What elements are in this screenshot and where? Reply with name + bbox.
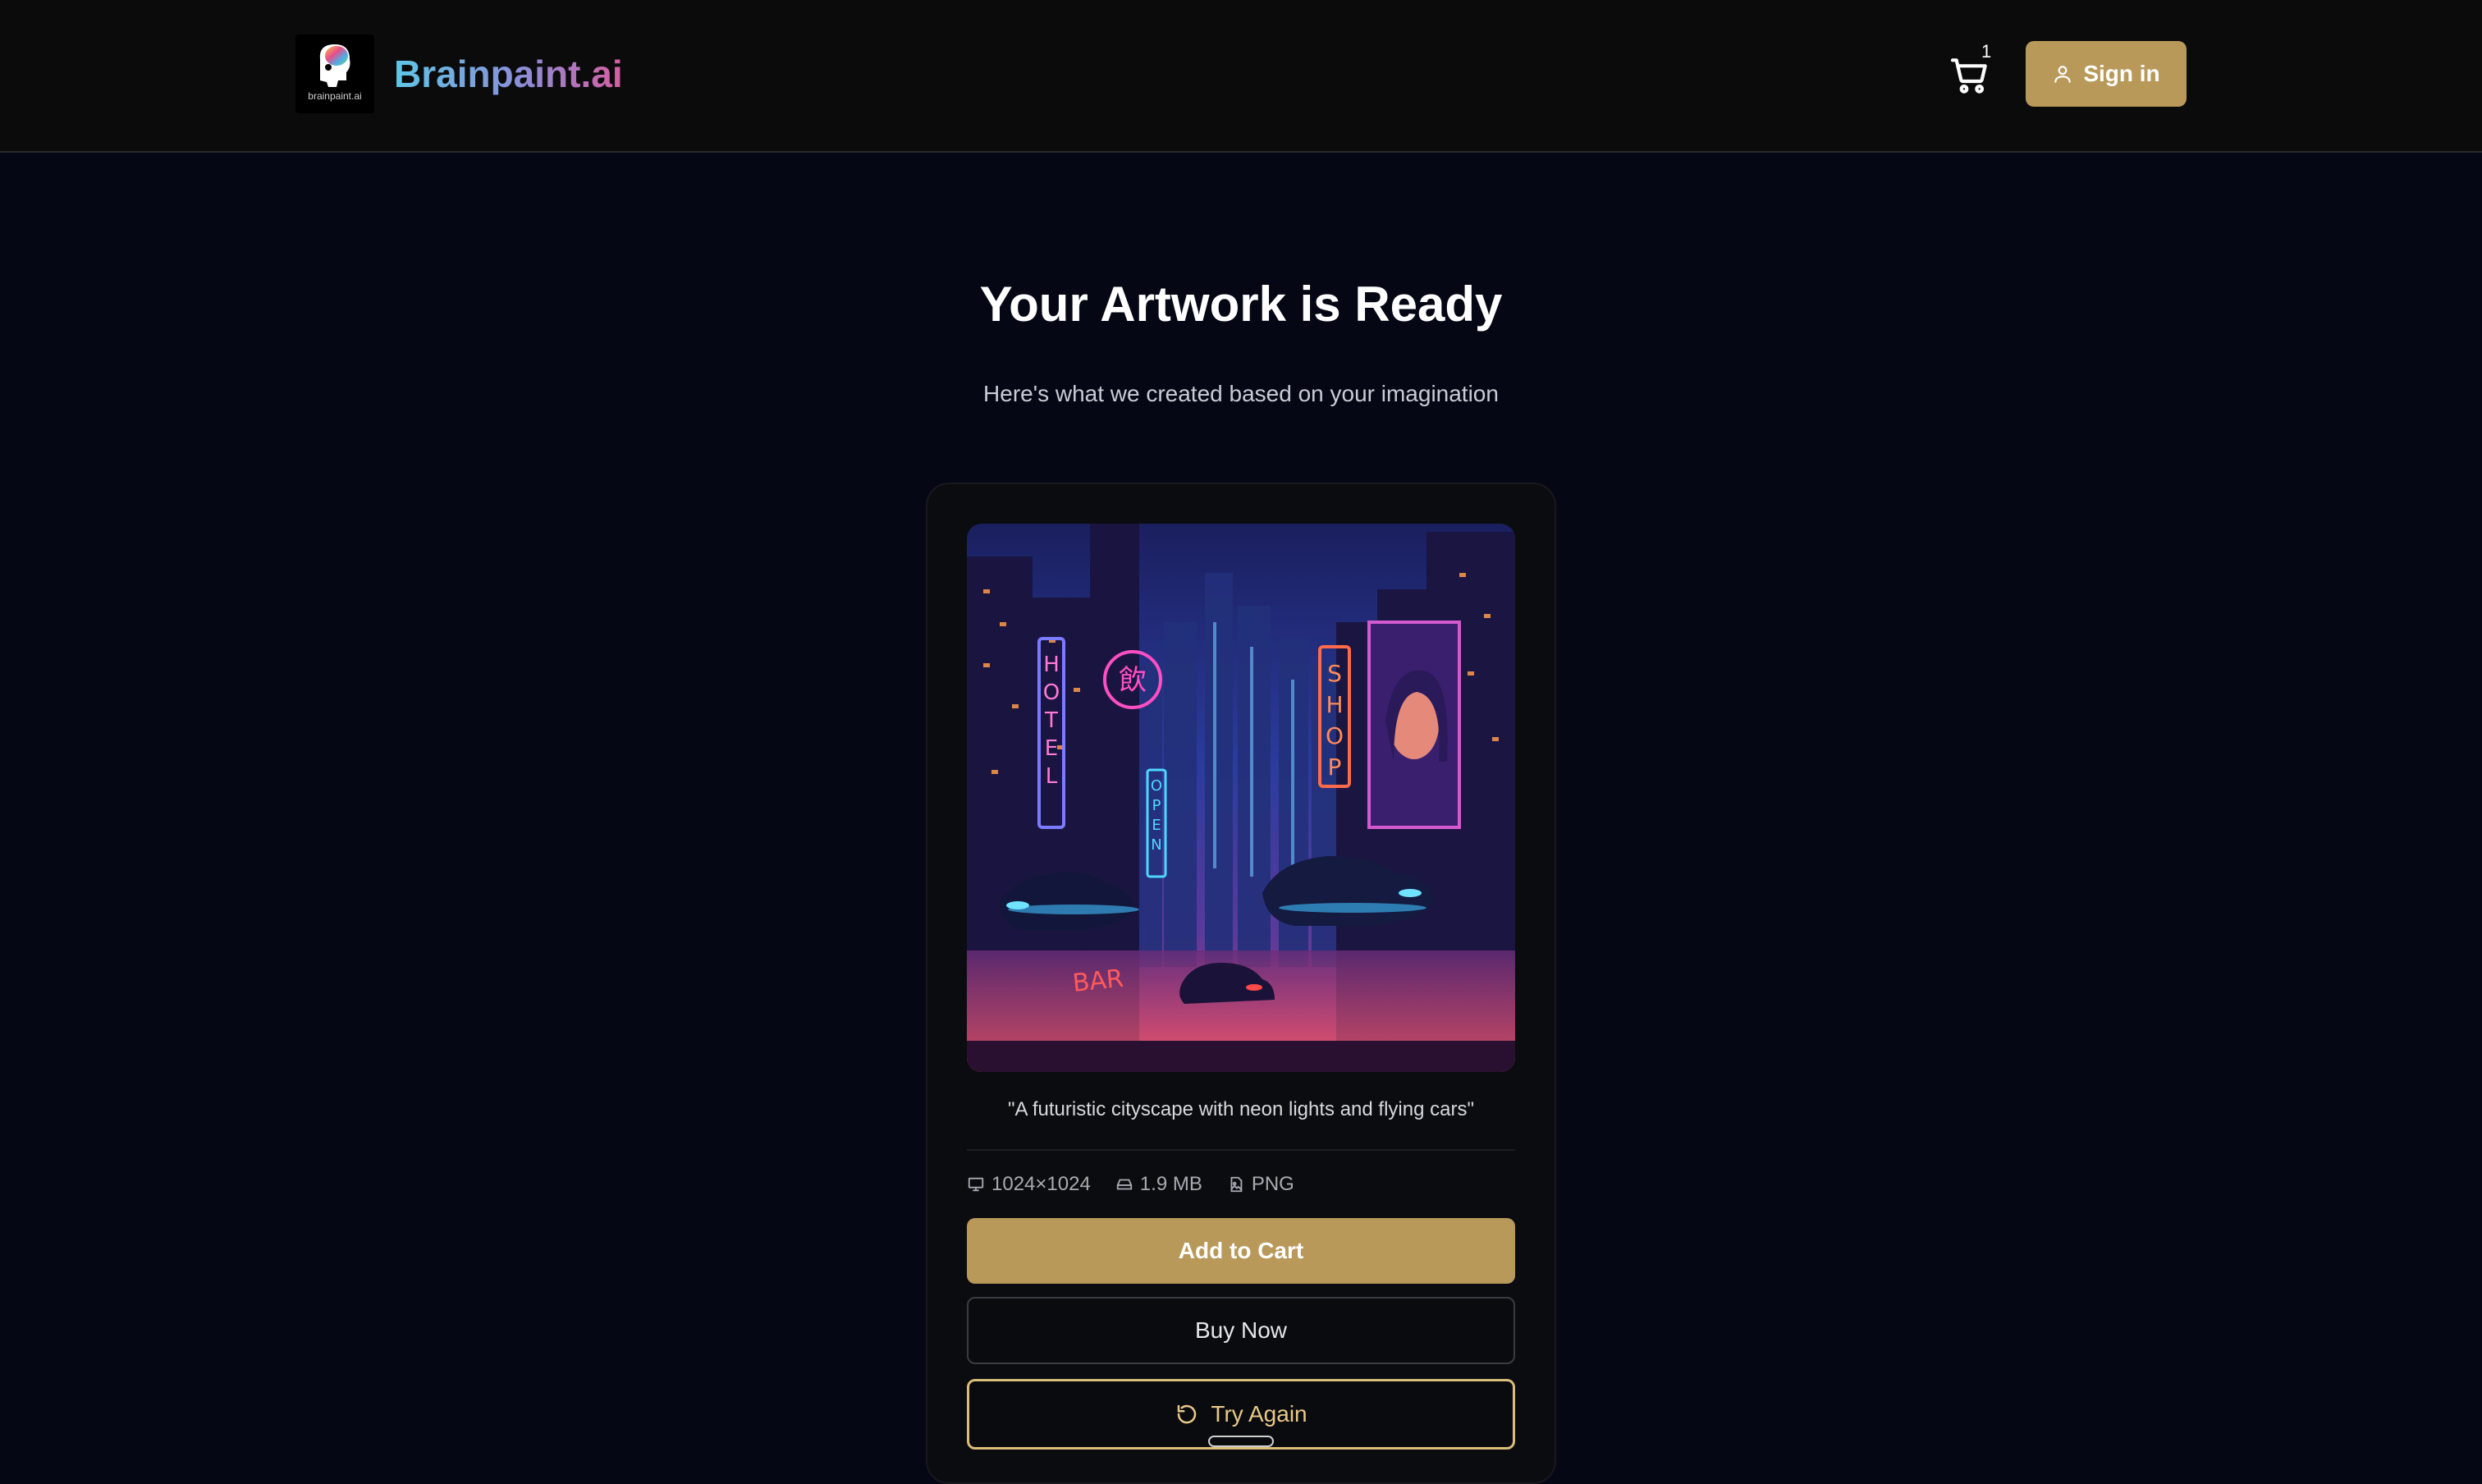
hotel-sign: HOTEL [1043,653,1060,789]
scroll-handle[interactable] [1208,1436,1274,1447]
page-subtitle: Here's what we created based on your ima… [983,381,1499,406]
try-again-label: Try Again [1211,1401,1307,1427]
meta-format: PNG [1227,1173,1294,1196]
sign-in-button[interactable]: Sign in [2026,41,2187,107]
brand-name[interactable]: Brainpaint.ai [394,49,623,98]
meta-dimensions: 1024×1024 [967,1173,1091,1196]
artwork-meta: 1024×1024 1.9 MB PNG [967,1170,1294,1198]
logo-caption: brainpaint.ai [308,90,362,102]
kanji-sign: 飲 [1119,664,1147,697]
refresh-icon [1178,1404,1197,1424]
monitor-icon [968,1177,984,1192]
meta-size: 1.9 MB [1115,1173,1202,1196]
user-icon [2054,66,2072,83]
cart-count-badge: 1 [1981,41,1992,62]
logo[interactable]: brainpaint.ai [295,34,374,113]
meta-dimensions-value: 1024×1024 [991,1173,1091,1195]
buy-now-button[interactable]: Buy Now [967,1297,1515,1364]
add-to-cart-button[interactable]: Add to Cart [967,1218,1515,1284]
meta-size-value: 1.9 MB [1139,1173,1202,1195]
artwork-prompt: "A futuristic cityscape with neon lights… [1008,1098,1474,1120]
page-title: Your Artwork is Ready [979,277,1503,332]
artwork-image[interactable]: HOTEL 飲 OPEN SHOP BAR [967,524,1515,1072]
image-file-icon [1230,1176,1243,1193]
bar-sign: BAR [1071,964,1124,998]
sign-in-label: Sign in [2083,61,2160,86]
meta-format-value: PNG [1251,1173,1294,1195]
card-divider [967,1149,1515,1151]
hard-drive-icon [1116,1179,1132,1190]
site-header: brainpaint.ai Brainpaint.ai 1 Sign in [0,0,2482,153]
